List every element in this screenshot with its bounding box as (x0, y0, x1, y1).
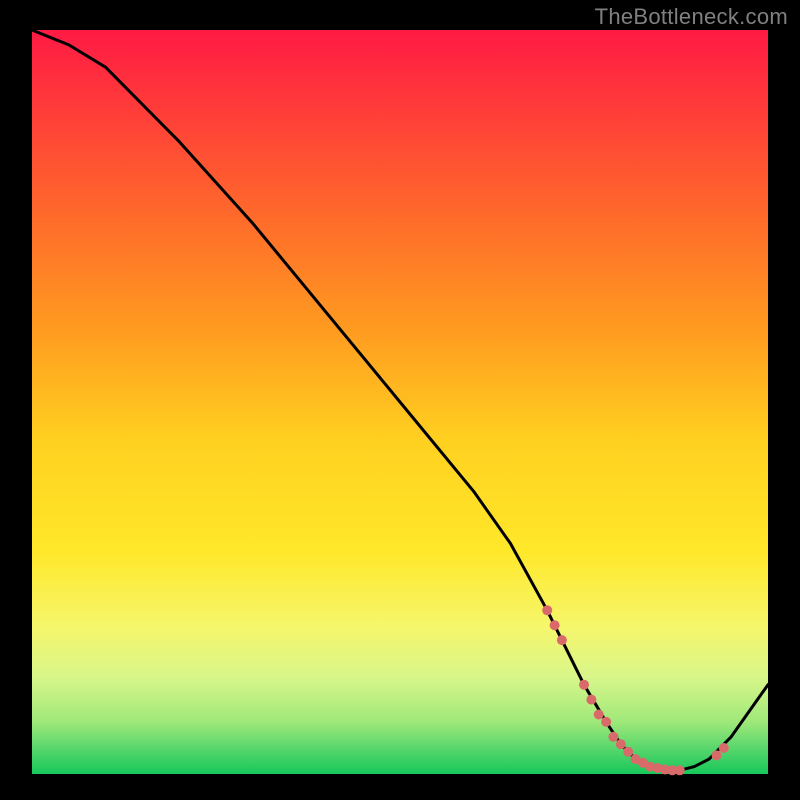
marker-dot (616, 739, 626, 749)
marker-dot (579, 680, 589, 690)
marker-dot (601, 717, 611, 727)
marker-dot (586, 695, 596, 705)
watermark-label: TheBottleneck.com (595, 4, 788, 30)
chart-stage: { "watermark": "TheBottleneck.com", "gra… (0, 0, 800, 800)
marker-dot (594, 710, 604, 720)
marker-dot (712, 750, 722, 760)
marker-dot (623, 747, 633, 757)
marker-dot (675, 765, 685, 775)
marker-dot (608, 732, 618, 742)
marker-dot (557, 635, 567, 645)
marker-dot (550, 620, 560, 630)
marker-dot (542, 605, 552, 615)
marker-dot (719, 743, 729, 753)
chart-svg (0, 0, 800, 800)
